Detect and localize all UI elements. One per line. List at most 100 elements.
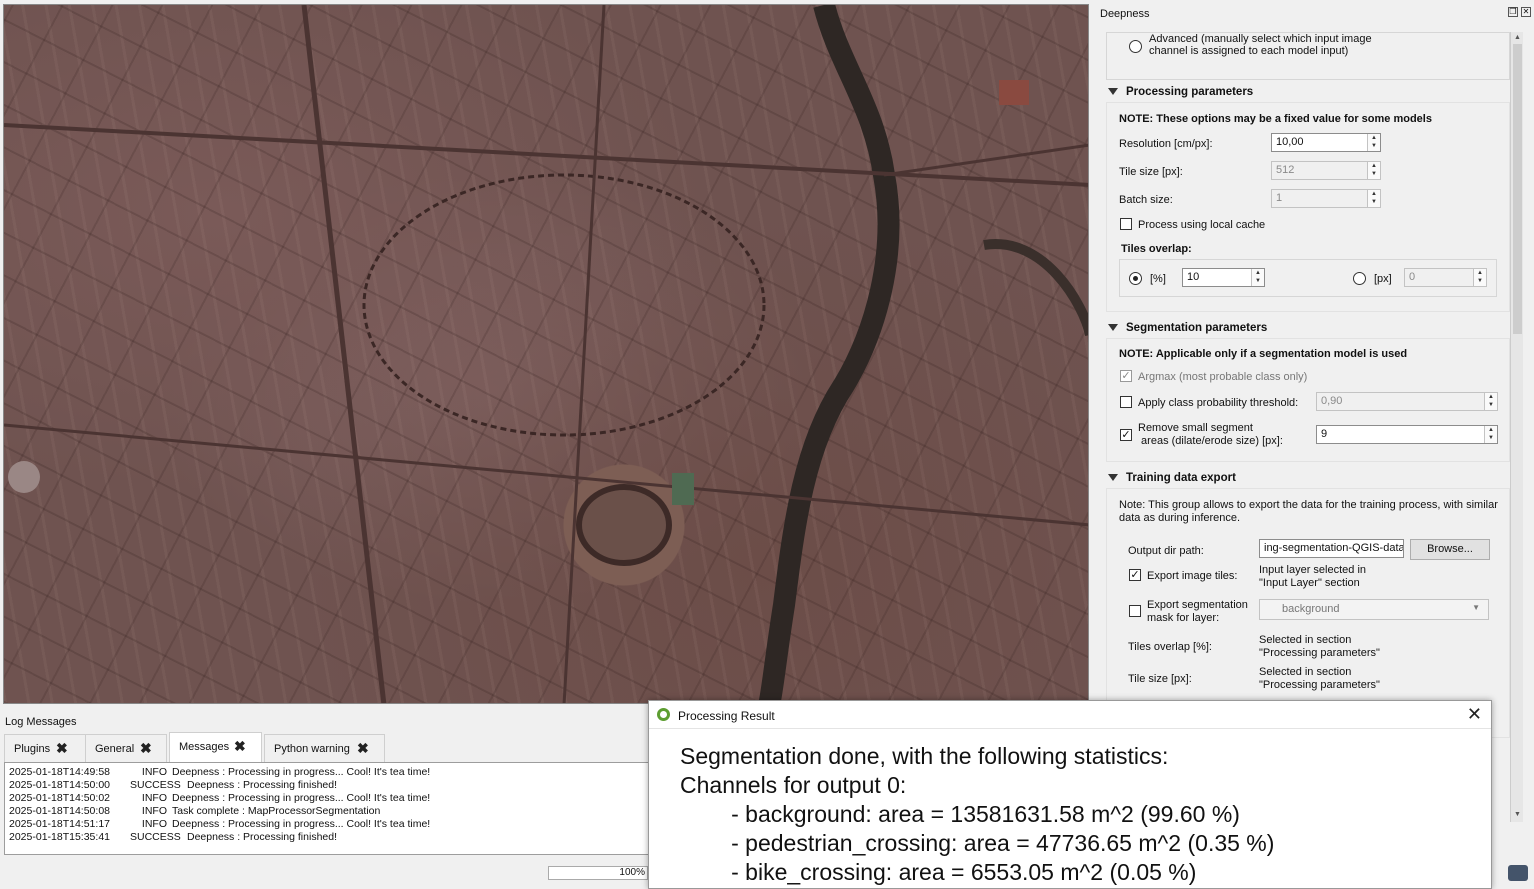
spin-arrows-icon[interactable]: ▲ ▼ [1367,162,1380,179]
float-icon[interactable]: ❐ [1508,7,1518,17]
chevron-down-icon: ▼ [1472,603,1480,612]
scroll-down-icon[interactable]: ▼ [1513,810,1522,819]
argmax-label: Argmax (most probable class only) [1138,371,1308,383]
argmax-checkbox[interactable]: ✓ [1120,370,1132,382]
tile-size-input[interactable]: 512 ▲ ▼ [1271,161,1381,180]
track-field [999,80,1029,105]
export-tiles-label: Export image tiles: [1147,570,1238,582]
export-tiles-checkbox[interactable]: ✓ [1129,569,1141,581]
local-cache-checkbox[interactable] [1120,218,1132,230]
river-branch [983,239,1088,337]
segmentation-params-group: NOTE: Applicable only if a segmentation … [1106,338,1510,462]
tiles-overlap-label: Tiles overlap: [1121,243,1192,255]
log-line: 2025-01-18T15:35:41 SUCCESS Deepness : Pro… [9,831,337,843]
threshold-input[interactable]: 0,90 ▲ ▼ [1316,392,1498,411]
stadium [576,484,672,566]
remove-small-value: 9 [1321,428,1328,440]
processing-result-dialog: Processing Result ✕ Segmentation done, w… [648,700,1492,889]
overlap-percent-value: 10 [1187,271,1200,283]
remove-small-checkbox[interactable]: ✓ [1120,429,1132,441]
close-icon[interactable]: ✕ [1467,704,1482,725]
scroll-thumb[interactable] [1513,44,1522,334]
tab-messages[interactable]: Messages ✖ [169,732,262,762]
resolution-input[interactable]: 10,00 ▲ ▼ [1271,133,1381,152]
tab-label: Python warning [274,743,350,755]
export-tiles-info: Input layer selected in "Input Layer" se… [1259,564,1367,589]
spin-arrows-icon[interactable]: ▲ ▼ [1367,134,1380,151]
export-mask-checkbox[interactable] [1129,605,1141,617]
processing-params-group: NOTE: These options may be a fixed value… [1106,102,1510,312]
road [301,5,387,703]
overlap-percent-input[interactable]: 10 ▲ ▼ [1182,268,1265,287]
dock-scrollbar[interactable]: ▲ ▼ [1510,32,1523,822]
resolution-label: Resolution [cm/px]: [1119,138,1213,150]
training-export-header[interactable]: Training data export [1108,472,1236,484]
overlap-px-input[interactable]: 0 ▲ ▼ [1404,268,1487,287]
advanced-radio[interactable] [1129,40,1142,53]
processing-note: NOTE: These options may be a fixed value… [1119,113,1432,125]
log-line: 2025-01-18T14:50:02 INFO Deepness : Proces… [9,792,431,804]
messages-icon[interactable] [1508,865,1528,881]
segmentation-note: NOTE: Applicable only if a segmentation … [1119,348,1408,360]
road [562,5,606,703]
close-tab-icon[interactable]: ✖ [56,740,68,757]
spin-arrows-icon[interactable]: ▲ ▼ [1473,269,1486,286]
threshold-checkbox[interactable] [1120,396,1132,408]
close-tab-icon[interactable]: ✖ [357,740,369,757]
export-overlap-info: Selected in section "Processing paramete… [1259,634,1380,659]
road [883,143,1088,177]
close-tab-icon[interactable]: ✖ [140,740,152,757]
tab-plugins[interactable]: Plugins ✖ [4,734,86,762]
output-dir-label: Output dir path: [1128,545,1204,557]
batch-size-input[interactable]: 1 ▲ ▼ [1271,189,1381,208]
overlap-px-radio[interactable] [1353,272,1366,285]
sports-field [672,473,694,505]
road [4,423,1088,527]
log-line: 2025-01-18T14:50:00 SUCCESS Deepness : Pro… [9,779,337,791]
export-overlap-label: Tiles overlap [%]: [1128,641,1212,653]
log-line: 2025-01-18T14:50:08 INFO Task complete : M… [9,805,381,817]
browse-button[interactable]: Browse... [1410,539,1490,560]
tab-label: General [95,743,135,755]
spin-arrows-icon[interactable]: ▲ ▼ [1484,393,1497,410]
river [758,5,900,703]
ring-road [362,173,766,437]
segmentation-params-title: Segmentation parameters [1126,322,1268,334]
processing-params-title: Processing parameters [1126,86,1254,98]
tile-size-label: Tile size [px]: [1119,166,1183,178]
processing-params-header[interactable]: Processing parameters [1108,86,1253,98]
threshold-value: 0,90 [1321,395,1343,407]
scroll-up-icon[interactable]: ▲ [1513,33,1522,42]
local-cache-label: Process using local cache [1138,219,1266,231]
output-dir-input[interactable]: ing-segmentation-QGIS-data [1259,539,1404,558]
log-text-area[interactable]: 2025-01-18T14:49:58 INFO Deepness : Proces… [4,762,650,855]
spin-arrows-icon[interactable]: ▲ ▼ [1251,269,1264,286]
input-channels-group: Advanced (manually select which input im… [1106,32,1510,80]
dialog-titlebar: Processing Result ✕ [649,701,1491,729]
mask-layer-select[interactable]: background ▼ [1259,599,1489,620]
spin-arrows-icon[interactable]: ▲ ▼ [1484,426,1497,443]
export-tile-size-label: Tile size [px]: [1128,673,1192,685]
tile-size-value: 512 [1276,164,1295,176]
tab-general[interactable]: General ✖ [85,734,167,762]
training-export-title: Training data export [1126,472,1236,484]
export-tile-size-info: Selected in section "Processing paramete… [1259,666,1380,691]
round-building [8,461,40,493]
dialog-message: Segmentation done, with the following st… [680,743,1275,885]
remove-small-input[interactable]: 9 ▲ ▼ [1316,425,1498,444]
progress-bar: 100% [548,866,648,880]
map-canvas[interactable] [3,4,1089,704]
spin-arrows-icon[interactable]: ▲ ▼ [1367,190,1380,207]
export-mask-label: Export segmentation mask for layer: [1147,599,1248,624]
tiles-overlap-box: [%] 10 ▲ ▼ [px] 0 ▲ ▼ [1119,259,1497,297]
close-icon[interactable]: ✕ [1521,7,1531,17]
tab-python-warning[interactable]: Python warning ✖ [264,734,385,762]
collapse-icon [1108,324,1118,332]
close-tab-icon[interactable]: ✖ [234,738,246,755]
dialog-title: Processing Result [678,709,775,723]
batch-size-value: 1 [1276,192,1283,204]
overlap-percent-radio[interactable] [1129,272,1142,285]
segmentation-params-header[interactable]: Segmentation parameters [1108,322,1267,334]
mask-layer-value: background [1282,603,1340,615]
dock-title: Deepness [1100,8,1150,20]
